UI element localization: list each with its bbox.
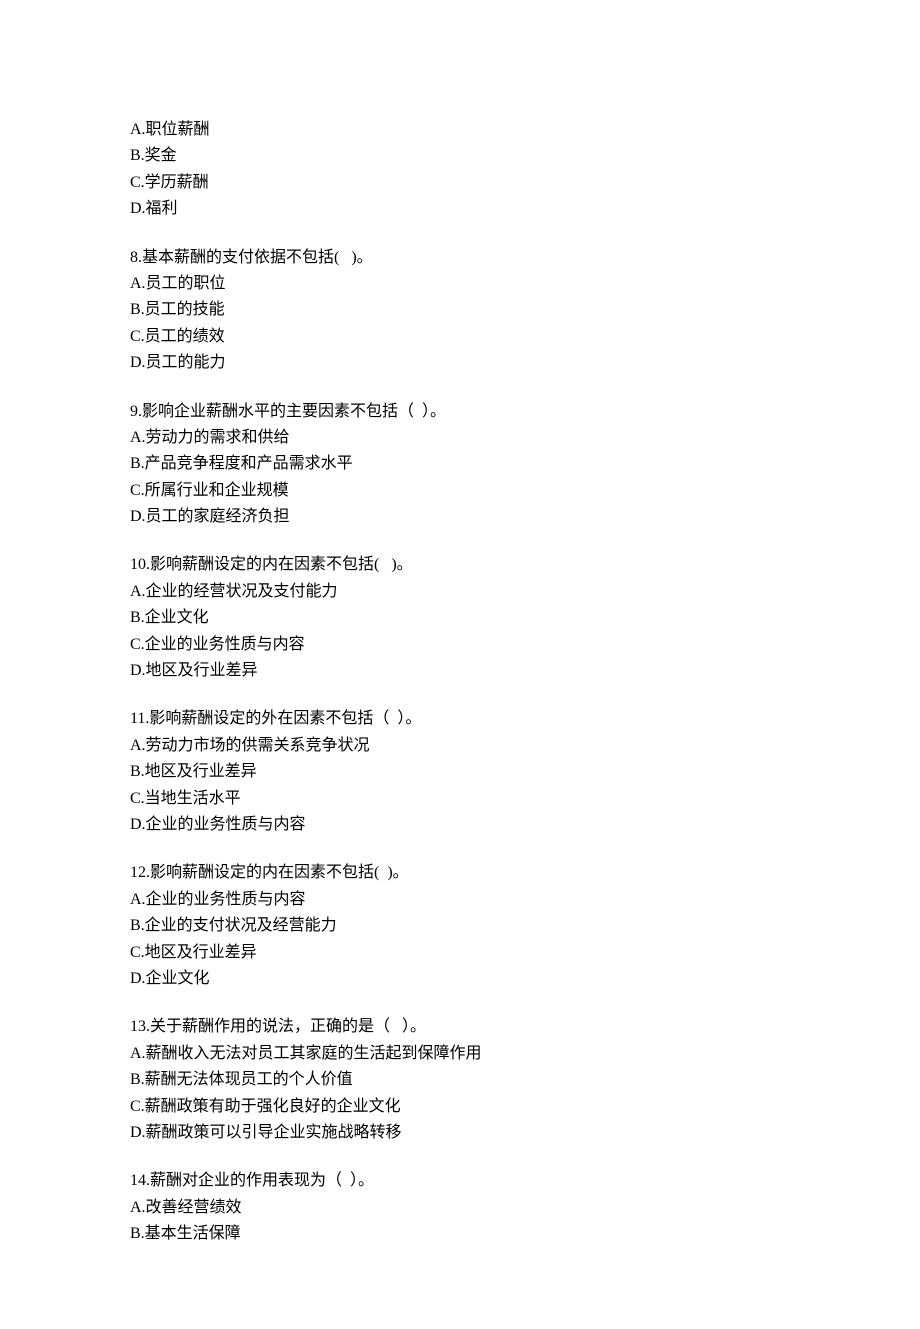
document-page: A.职位薪酬 B.奖金 C.学历薪酬 D.福利 8.基本薪酬的支付依据不包括( … bbox=[0, 0, 920, 1329]
option-a: A.企业的业务性质与内容 bbox=[130, 887, 790, 913]
question-stem: 9.影响企业薪酬水平的主要因素不包括（ ）。 bbox=[130, 399, 790, 425]
question-stem: 11.影响薪酬设定的外在因素不包括（ ）。 bbox=[130, 706, 790, 732]
option-a: A.劳动力的需求和供给 bbox=[130, 425, 790, 451]
option-c: C.当地生活水平 bbox=[130, 786, 790, 812]
option-b: B.基本生活保障 bbox=[130, 1221, 790, 1247]
option-d: D.薪酬政策可以引导企业实施战略转移 bbox=[130, 1120, 790, 1146]
option-c: C.员工的绩效 bbox=[130, 324, 790, 350]
option-b: B.产品竞争程度和产品需求水平 bbox=[130, 451, 790, 477]
option-c: C.地区及行业差异 bbox=[130, 940, 790, 966]
option-a: A.劳动力市场的供需关系竞争状况 bbox=[130, 733, 790, 759]
option-b: B.奖金 bbox=[130, 143, 790, 169]
option-b: B.企业的支付状况及经营能力 bbox=[130, 913, 790, 939]
question-10: 10.影响薪酬设定的内在因素不包括( )。 A.企业的经营状况及支付能力 B.企… bbox=[130, 552, 790, 684]
option-a: A.改善经营绩效 bbox=[130, 1195, 790, 1221]
question-stem: 14.薪酬对企业的作用表现为（ ）。 bbox=[130, 1168, 790, 1194]
option-d: D.员工的能力 bbox=[130, 350, 790, 376]
option-d: D.地区及行业差异 bbox=[130, 658, 790, 684]
option-c: C.薪酬政策有助于强化良好的企业文化 bbox=[130, 1094, 790, 1120]
option-c: C.企业的业务性质与内容 bbox=[130, 632, 790, 658]
question-9: 9.影响企业薪酬水平的主要因素不包括（ ）。 A.劳动力的需求和供给 B.产品竞… bbox=[130, 399, 790, 531]
question-12: 12.影响薪酬设定的内在因素不包括( )。 A.企业的业务性质与内容 B.企业的… bbox=[130, 860, 790, 992]
question-8: 8.基本薪酬的支付依据不包括( )。 A.员工的职位 B.员工的技能 C.员工的… bbox=[130, 245, 790, 377]
option-a: A.员工的职位 bbox=[130, 271, 790, 297]
option-d: D.员工的家庭经济负担 bbox=[130, 504, 790, 530]
option-d: D.企业的业务性质与内容 bbox=[130, 812, 790, 838]
question-stem: 12.影响薪酬设定的内在因素不包括( )。 bbox=[130, 860, 790, 886]
option-d: D.企业文化 bbox=[130, 966, 790, 992]
question-stem: 8.基本薪酬的支付依据不包括( )。 bbox=[130, 245, 790, 271]
option-d: D.福利 bbox=[130, 196, 790, 222]
option-a: A.职位薪酬 bbox=[130, 117, 790, 143]
option-c: C.所属行业和企业规模 bbox=[130, 478, 790, 504]
option-b: B.企业文化 bbox=[130, 605, 790, 631]
question-stem: 10.影响薪酬设定的内在因素不包括( )。 bbox=[130, 552, 790, 578]
question-13: 13.关于薪酬作用的说法，正确的是（ ）。 A.薪酬收入无法对员工其家庭的生活起… bbox=[130, 1014, 790, 1146]
option-b: B.地区及行业差异 bbox=[130, 759, 790, 785]
option-a: A.企业的经营状况及支付能力 bbox=[130, 579, 790, 605]
option-c: C.学历薪酬 bbox=[130, 170, 790, 196]
question-stem: 13.关于薪酬作用的说法，正确的是（ ）。 bbox=[130, 1014, 790, 1040]
option-b: B.员工的技能 bbox=[130, 297, 790, 323]
question-7-options: A.职位薪酬 B.奖金 C.学历薪酬 D.福利 bbox=[130, 117, 790, 223]
question-11: 11.影响薪酬设定的外在因素不包括（ ）。 A.劳动力市场的供需关系竞争状况 B… bbox=[130, 706, 790, 838]
option-b: B.薪酬无法体现员工的个人价值 bbox=[130, 1067, 790, 1093]
question-14: 14.薪酬对企业的作用表现为（ ）。 A.改善经营绩效 B.基本生活保障 bbox=[130, 1168, 790, 1247]
option-a: A.薪酬收入无法对员工其家庭的生活起到保障作用 bbox=[130, 1041, 790, 1067]
